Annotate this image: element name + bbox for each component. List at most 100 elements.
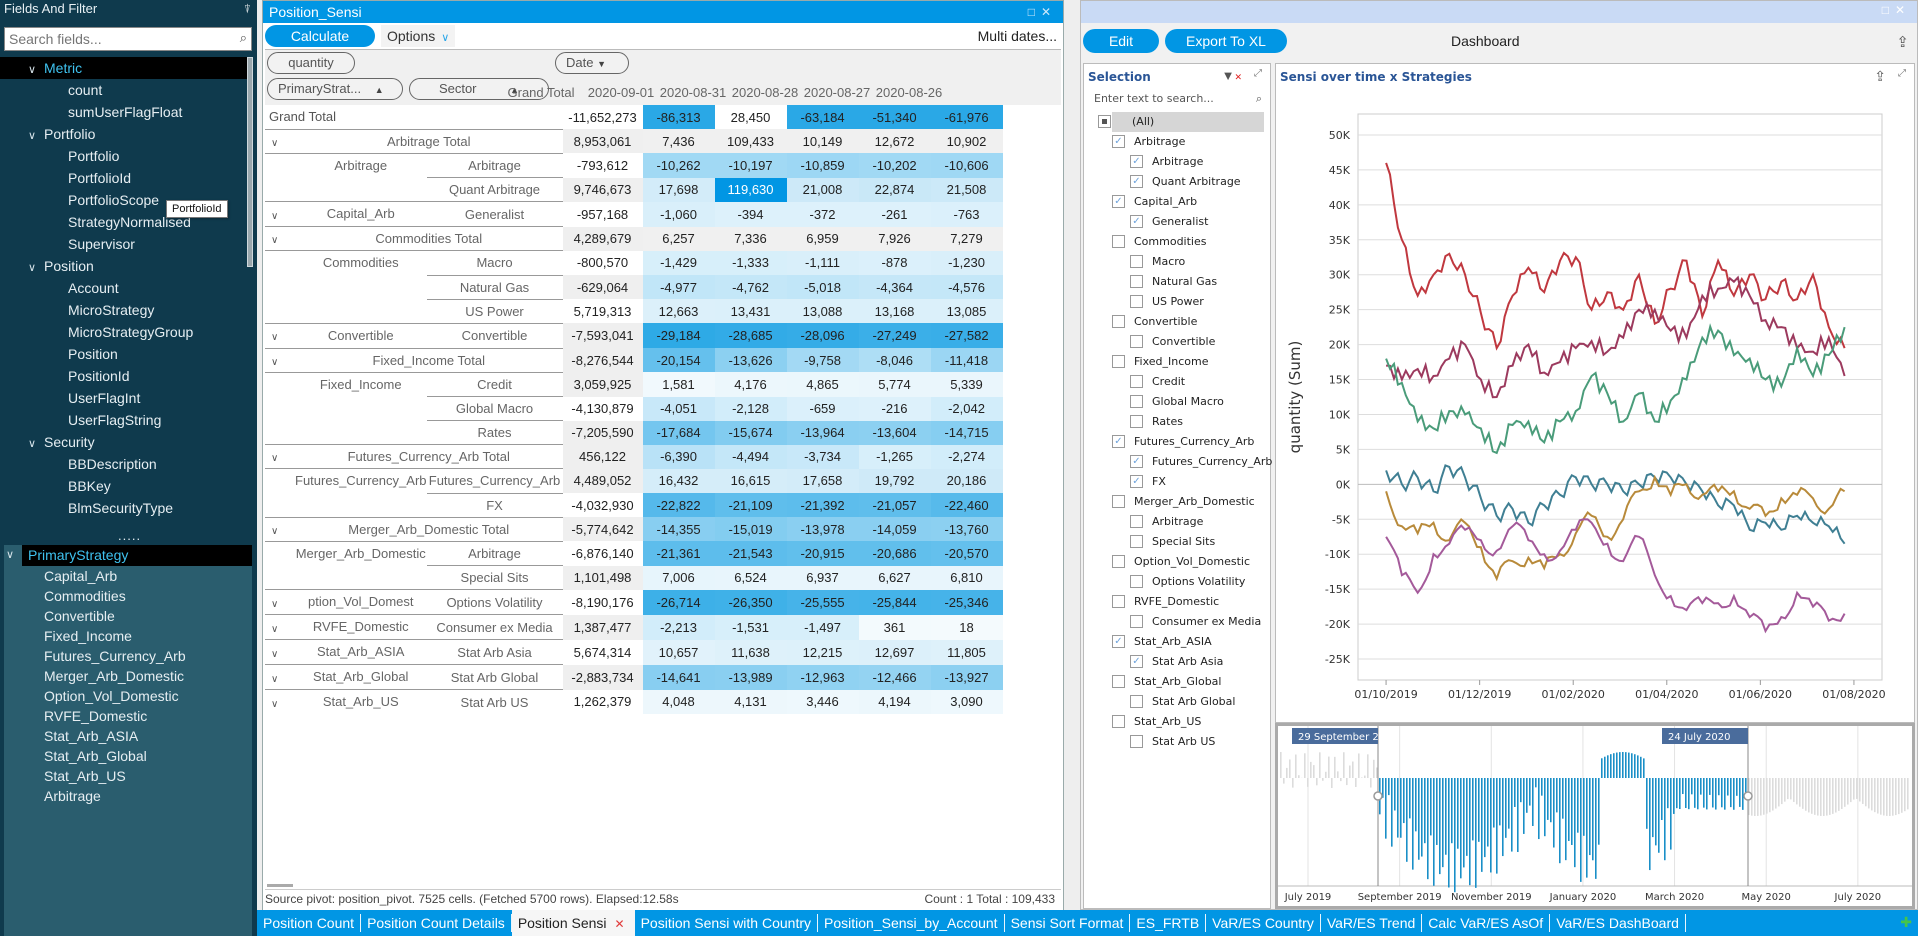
- value-cell[interactable]: -9,758: [786, 348, 859, 372]
- checkbox-checked[interactable]: ✓: [1130, 155, 1143, 168]
- chevron-down-icon[interactable]: ∨: [6, 545, 14, 566]
- value-cell[interactable]: 12,215: [786, 639, 859, 665]
- value-cell[interactable]: 21,508: [930, 177, 1003, 202]
- value-cell[interactable]: -25,844: [858, 589, 931, 615]
- tree-scrollbar[interactable]: [247, 57, 253, 267]
- value-cell[interactable]: -27,249: [858, 323, 931, 348]
- selection-item[interactable]: Consumer ex Media: [1094, 612, 1264, 632]
- value-cell[interactable]: 5,339: [930, 372, 1003, 397]
- collapse-toggle[interactable]: ∨: [265, 322, 295, 348]
- selection-item[interactable]: Merger_Arb_Domestic: [1094, 492, 1264, 512]
- value-cell[interactable]: 5,774: [858, 372, 931, 397]
- value-cell[interactable]: 13,088: [786, 299, 859, 323]
- value-cell[interactable]: -1,230: [930, 250, 1003, 275]
- chevron-down-icon[interactable]: ∨: [265, 599, 285, 610]
- selection-item[interactable]: ✓ Futures_Currency_Arb: [1094, 432, 1264, 452]
- value-cell[interactable]: -25,346: [930, 589, 1003, 615]
- selection-item[interactable]: Arbitrage: [1094, 512, 1264, 532]
- value-cell[interactable]: -2,042: [930, 396, 1003, 421]
- selection-item[interactable]: ✓ FX: [1094, 472, 1264, 492]
- value-cell[interactable]: 21,008: [786, 177, 859, 202]
- value-cell[interactable]: -13,989: [714, 664, 787, 690]
- value-cell[interactable]: -51,340: [858, 105, 931, 129]
- tab-position-sensi-by-account[interactable]: Position_Sensi_by_Account: [818, 914, 1005, 932]
- field-item[interactable]: MicroStrategyGroup: [0, 321, 247, 343]
- value-cell[interactable]: 10,657: [642, 639, 715, 665]
- value-cell[interactable]: 4,131: [714, 689, 787, 714]
- value-cell[interactable]: -11,652,273: [562, 105, 643, 129]
- value-cell[interactable]: 13,431: [714, 299, 787, 323]
- tab-sensi-sort-format[interactable]: Sensi Sort Format: [1005, 914, 1131, 932]
- pivot-row[interactable]: Quant Arbitrage 9,746,673 17,698 119,630 21,…: [265, 177, 1003, 202]
- chevron-down-icon[interactable]: ∨: [265, 332, 285, 343]
- field-item[interactable]: count: [0, 79, 247, 101]
- checkbox-unchecked[interactable]: [1130, 295, 1143, 308]
- value-cell[interactable]: 4,048: [642, 689, 715, 714]
- chevron-down-icon[interactable]: ∨: [265, 526, 285, 537]
- value-cell[interactable]: 12,663: [642, 299, 715, 323]
- filter-value-item[interactable]: Futures_Currency_Arb: [4, 646, 252, 666]
- pivot-row[interactable]: Futures_Currency_Arb Futures_Currency_Arb…: [265, 468, 1003, 493]
- value-cell[interactable]: -25,555: [786, 589, 859, 615]
- value-cell[interactable]: -4,576: [930, 275, 1003, 299]
- edit-button[interactable]: Edit: [1083, 29, 1159, 53]
- value-cell[interactable]: 3,059,925: [562, 372, 643, 397]
- value-cell[interactable]: -21,057: [858, 493, 931, 517]
- selection-item[interactable]: ✓ Arbitrage: [1094, 152, 1264, 172]
- search-fields-input[interactable]: [5, 28, 225, 50]
- tab-position-count-details[interactable]: Position Count Details: [361, 914, 512, 932]
- calculate-button[interactable]: Calculate: [265, 25, 375, 47]
- pivot-row[interactable]: Fixed_Income Credit 3,059,925 1,581 4,176 4,8…: [265, 371, 1003, 397]
- value-cell[interactable]: -21,392: [786, 493, 859, 517]
- pivot-row[interactable]: ∨ Stat_Arb_ASIA Stat Arb Asia 5,674,314 10,6…: [265, 639, 1003, 665]
- value-cell[interactable]: -1,531: [714, 614, 787, 640]
- horizontal-scrollbar[interactable]: [267, 884, 293, 887]
- selection-item[interactable]: Credit: [1094, 372, 1264, 392]
- value-cell[interactable]: -4,494: [714, 444, 787, 469]
- value-cell[interactable]: 6,937: [786, 565, 859, 590]
- value-cell[interactable]: -61,976: [930, 105, 1003, 129]
- value-cell[interactable]: -13,760: [930, 517, 1003, 541]
- value-cell[interactable]: 7,436: [642, 129, 715, 153]
- pivot-row[interactable]: US Power 5,719,313 12,663 13,431 13,088 13,16…: [265, 298, 1003, 323]
- field-item[interactable]: MicroStrategy: [0, 299, 247, 321]
- filter-value-item[interactable]: Arbitrage: [4, 786, 252, 806]
- value-cell[interactable]: -2,274: [930, 444, 1003, 469]
- checkbox-unchecked[interactable]: [1112, 715, 1125, 728]
- close-icon[interactable]: ✕: [1895, 3, 1911, 17]
- value-cell[interactable]: -22,460: [930, 493, 1003, 517]
- selection-item[interactable]: Stat Arb Global: [1094, 692, 1264, 712]
- value-cell[interactable]: 12,672: [858, 129, 931, 153]
- chevron-down-icon[interactable]: ∨: [265, 649, 285, 660]
- value-cell[interactable]: -13,927: [930, 664, 1003, 690]
- field-group[interactable]: ∨ Portfolio: [0, 123, 247, 145]
- value-cell[interactable]: -21,361: [642, 541, 715, 566]
- options-dropdown[interactable]: Options ∨: [381, 25, 456, 47]
- value-cell[interactable]: 7,336: [714, 226, 787, 251]
- value-cell[interactable]: 6,810: [930, 565, 1003, 590]
- pivot-row[interactable]: Grand Total -11,652,273 -86,313 28,450 -63,1…: [265, 105, 1003, 129]
- maximize-icon[interactable]: □: [1882, 3, 1895, 17]
- selection-item[interactable]: Option_Vol_Domestic: [1094, 552, 1264, 572]
- pivot-row[interactable]: Arbitrage Arbitrage -793,612 -10,262 -10,197…: [265, 152, 1003, 178]
- add-tab-icon[interactable]: ✚: [1900, 914, 1912, 931]
- value-cell[interactable]: -10,859: [786, 153, 859, 178]
- value-cell[interactable]: -4,762: [714, 275, 787, 299]
- value-cell[interactable]: -28,096: [786, 323, 859, 348]
- pivot-row[interactable]: ∨ Stat_Arb_US Stat Arb US 1,262,379 4,048 4,1…: [265, 689, 1003, 714]
- pivot-row[interactable]: ∨ Merger_Arb_Domestic Total -5,774,642 -14,…: [265, 516, 1003, 541]
- pivot-row[interactable]: ∨ ption_Vol_Domest Options Volatility -8,19…: [265, 589, 1003, 615]
- tab-position-count[interactable]: Position Count: [257, 914, 362, 932]
- checkbox-unchecked[interactable]: [1112, 555, 1125, 568]
- checkbox-unchecked[interactable]: [1130, 615, 1143, 628]
- value-cell[interactable]: 9,746,673: [562, 177, 643, 202]
- pivot-row[interactable]: Commodities Macro -800,570 -1,429 -1,333 -1,1…: [265, 250, 1003, 275]
- value-cell[interactable]: -10,197: [714, 153, 787, 178]
- value-cell[interactable]: -10,262: [642, 153, 715, 178]
- value-cell[interactable]: -2,213: [642, 614, 715, 640]
- filter-value-item[interactable]: Merger_Arb_Domestic: [4, 666, 252, 686]
- column-header[interactable]: 2020-09-01: [585, 80, 657, 106]
- collapse-toggle[interactable]: ∨: [265, 201, 295, 227]
- value-cell[interactable]: 16,615: [714, 468, 787, 493]
- value-cell[interactable]: 3,446: [786, 689, 859, 714]
